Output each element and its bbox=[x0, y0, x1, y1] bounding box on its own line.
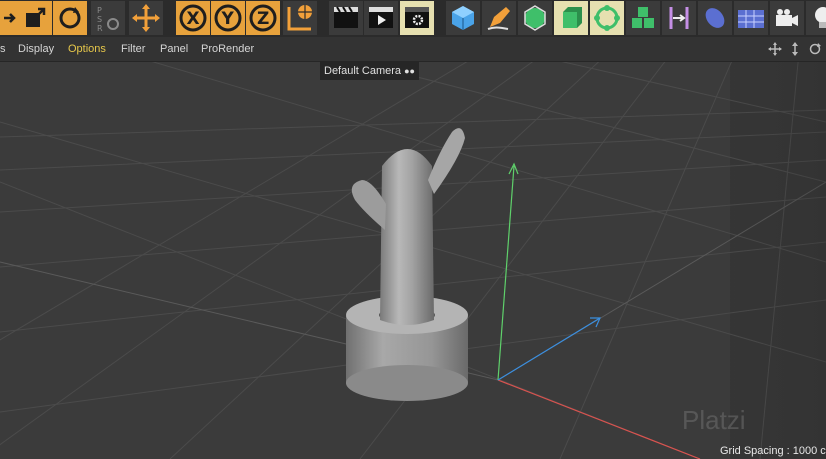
camera-icon-small: ●● bbox=[404, 66, 415, 76]
main-toolbar: P S R X Y Z bbox=[0, 0, 826, 37]
svg-text:Z: Z bbox=[257, 9, 269, 29]
svg-text:X: X bbox=[187, 9, 200, 29]
move-partial-icon[interactable] bbox=[0, 1, 18, 35]
3d-viewport[interactable]: Default Camera ●● Platzi Grid Spacing : … bbox=[0, 62, 826, 459]
viewport-scene bbox=[0, 62, 826, 459]
rotate-icon[interactable] bbox=[53, 1, 87, 35]
field-icon[interactable] bbox=[698, 1, 732, 35]
psr-icon[interactable]: P S R bbox=[91, 1, 125, 35]
subdivision-icon[interactable] bbox=[518, 1, 552, 35]
cloner-icon[interactable] bbox=[626, 1, 660, 35]
y-axis-line bbox=[497, 165, 515, 381]
menu-item-display[interactable]: Display bbox=[18, 37, 54, 61]
menu-item-prorender[interactable]: ProRender bbox=[201, 37, 254, 61]
menu-item-view[interactable]: s bbox=[0, 37, 6, 61]
pan-icon[interactable] bbox=[768, 42, 782, 56]
render-settings-icon[interactable] bbox=[400, 1, 434, 35]
menu-item-filter[interactable]: Filter bbox=[121, 37, 145, 61]
pen-icon[interactable] bbox=[482, 1, 516, 35]
viewport-menu-bar: s Display Options Filter Panel ProRender bbox=[0, 37, 826, 62]
render-view-icon[interactable] bbox=[329, 1, 363, 35]
world-coordinate-icon[interactable] bbox=[283, 1, 317, 35]
menu-item-options[interactable]: Options bbox=[68, 37, 106, 61]
viewport-nav-controls bbox=[768, 37, 822, 61]
orbit-icon[interactable] bbox=[808, 42, 822, 56]
menu-item-panel[interactable]: Panel bbox=[160, 37, 188, 61]
extrude-icon[interactable] bbox=[554, 1, 588, 35]
y-axis-lock-icon[interactable]: Y bbox=[211, 1, 245, 35]
camera-icon[interactable] bbox=[770, 1, 804, 35]
x-axis-line bbox=[497, 379, 701, 459]
camera-label-text: Default Camera bbox=[324, 65, 402, 77]
move-icon[interactable] bbox=[129, 1, 163, 35]
svg-text:S: S bbox=[97, 15, 102, 24]
cube-icon[interactable] bbox=[446, 1, 480, 35]
array-icon[interactable] bbox=[590, 1, 624, 35]
grid-spacing-readout: Grid Spacing : 1000 c bbox=[720, 445, 826, 457]
z-axis-line bbox=[497, 317, 601, 381]
z-axis-lock-icon[interactable]: Z bbox=[246, 1, 280, 35]
render-picture-viewer-icon[interactable] bbox=[364, 1, 398, 35]
camera-label[interactable]: Default Camera ●● bbox=[320, 62, 419, 80]
light-icon[interactable] bbox=[806, 1, 826, 35]
watermark: Platzi bbox=[682, 405, 746, 435]
scale-icon[interactable] bbox=[18, 1, 52, 35]
deformer-icon[interactable] bbox=[662, 1, 696, 35]
floor-icon[interactable] bbox=[734, 1, 768, 35]
cactus-model[interactable] bbox=[346, 128, 468, 401]
svg-text:P: P bbox=[97, 6, 102, 15]
svg-text:R: R bbox=[97, 24, 103, 33]
x-axis-lock-icon[interactable]: X bbox=[176, 1, 210, 35]
svg-text:Y: Y bbox=[221, 9, 235, 29]
zoom-icon[interactable] bbox=[788, 42, 802, 56]
